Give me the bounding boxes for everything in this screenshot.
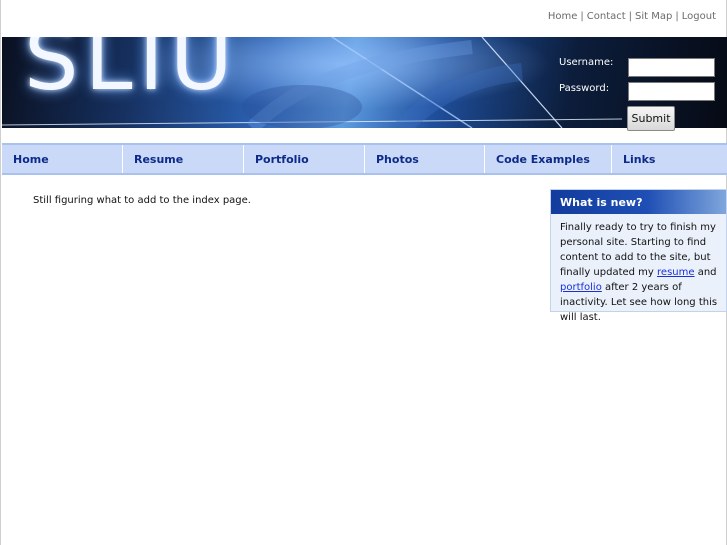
top-link-sitemap[interactable]: Sit Map (635, 11, 672, 22)
nav-item-home[interactable]: Home (2, 145, 123, 173)
submit-button[interactable]: Submit (627, 106, 675, 131)
site-logo: SLIU (24, 37, 239, 110)
nav-item-portfolio[interactable]: Portfolio (244, 145, 365, 173)
resume-link[interactable]: resume (657, 267, 695, 278)
whats-new-box: What is new? Finally ready to try to fin… (550, 189, 727, 323)
top-link-separator: | (580, 11, 584, 22)
top-link-contact[interactable]: Contact (587, 11, 626, 22)
password-input[interactable] (628, 82, 715, 101)
username-label: Username: (559, 57, 614, 68)
nav-item-code-examples[interactable]: Code Examples (485, 145, 612, 173)
portfolio-link[interactable]: portfolio (560, 282, 602, 293)
nav-item-photos[interactable]: Photos (365, 145, 485, 173)
whats-new-body: Finally ready to try to finish my person… (551, 214, 726, 325)
top-link-separator: | (628, 11, 633, 22)
nav-item-links[interactable]: Links (612, 145, 727, 173)
whats-new-title: What is new? (551, 190, 726, 214)
top-link-home[interactable]: Home (548, 11, 578, 22)
top-link-logout[interactable]: Logout (682, 11, 716, 22)
page: Home | Contact | Sit Map | Logout SLIU Usernam… (0, 0, 727, 545)
main-nav: Home Resume Portfolio Photos Code Exampl… (2, 143, 727, 175)
nav-item-resume[interactable]: Resume (123, 145, 244, 173)
news-text: and (697, 267, 717, 278)
password-label: Password: (559, 83, 610, 94)
intro-text: Still figuring what to add to the index … (33, 195, 251, 206)
header-banner: SLIU (2, 37, 727, 128)
top-links: Home | Contact | Sit Map | Logout (548, 11, 716, 22)
username-input[interactable] (628, 58, 715, 77)
top-link-separator: | (675, 11, 679, 22)
